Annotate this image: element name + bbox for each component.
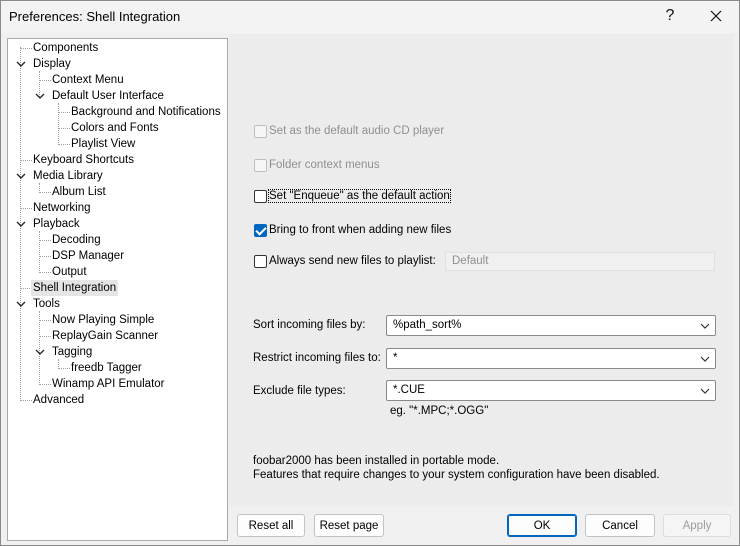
- tree-item-playback[interactable]: Playback: [31, 216, 82, 232]
- title-bar: Preferences: Shell Integration ?: [1, 1, 739, 33]
- folder-context-menus-option[interactable]: Folder context menus: [254, 157, 380, 173]
- chevron-down-icon: [700, 323, 710, 329]
- tree-item-keyboard-shortcuts[interactable]: Keyboard Shortcuts: [31, 152, 136, 168]
- tree-item-tools[interactable]: Tools: [31, 296, 62, 312]
- apply-button[interactable]: Apply: [663, 514, 731, 537]
- tree-item-now-playing-simple[interactable]: Now Playing Simple: [50, 312, 156, 328]
- reset-all-button[interactable]: Reset all: [237, 514, 305, 537]
- tree-guide-line: [58, 103, 59, 145]
- tree-item-default-user-interface[interactable]: Default User Interface: [50, 88, 166, 104]
- playlist-name-field[interactable]: Default: [445, 252, 715, 271]
- sort-label: Sort incoming files by:: [253, 319, 366, 331]
- help-button[interactable]: ?: [647, 1, 693, 31]
- tree-item-winamp-api-emulator[interactable]: Winamp API Emulator: [50, 376, 166, 392]
- portable-notice-line1: foobar2000 has been installed in portabl…: [253, 455, 500, 467]
- collapse-chevron-icon[interactable]: [35, 347, 45, 357]
- tree-item-media-library[interactable]: Media Library: [31, 168, 105, 184]
- collapse-chevron-icon[interactable]: [16, 219, 26, 229]
- tree-item-context-menu[interactable]: Context Menu: [50, 72, 126, 88]
- folder-context-menus-checkbox[interactable]: [254, 158, 267, 172]
- exclude-label: Exclude file types:: [253, 385, 346, 397]
- tree-item-dsp-manager[interactable]: DSP Manager: [50, 248, 126, 264]
- close-icon: [710, 10, 722, 22]
- sort-combo[interactable]: %path_sort%: [386, 315, 716, 336]
- collapse-chevron-icon[interactable]: [16, 299, 26, 309]
- bring-to-front-label: Bring to front when adding new files: [269, 224, 452, 236]
- tree-item-display[interactable]: Display: [31, 56, 73, 72]
- chevron-down-icon: [700, 388, 710, 394]
- restrict-value: *: [393, 352, 398, 364]
- always-send-option[interactable]: Always send new files to playlist:: [254, 253, 436, 269]
- cancel-button[interactable]: Cancel: [585, 514, 655, 537]
- bring-to-front-checkbox[interactable]: [254, 223, 267, 237]
- bring-to-front-option[interactable]: Bring to front when adding new files: [254, 222, 451, 238]
- tree-item-colors-fonts[interactable]: Colors and Fonts: [69, 120, 161, 136]
- always-send-checkbox[interactable]: [254, 254, 267, 268]
- restrict-label: Restrict incoming files to:: [253, 352, 381, 364]
- exclude-value: *.CUE: [393, 384, 425, 396]
- reset-page-button[interactable]: Reset page: [314, 514, 384, 537]
- tree-item-replaygain-scanner[interactable]: ReplayGain Scanner: [50, 328, 160, 344]
- tree-item-shell-integration[interactable]: Shell Integration: [31, 280, 119, 296]
- default-cd-player-checkbox[interactable]: [254, 124, 267, 138]
- tree-item-networking[interactable]: Networking: [31, 200, 93, 216]
- shell-integration-panel: Set as the default audio CD player Folde…: [229, 34, 733, 506]
- tree-item-album-list[interactable]: Album List: [50, 184, 108, 200]
- sort-value: %path_sort%: [393, 319, 462, 331]
- ok-button[interactable]: OK: [507, 514, 577, 537]
- chevron-down-icon: [700, 356, 710, 362]
- close-button[interactable]: [693, 1, 739, 31]
- enqueue-default-checkbox[interactable]: [254, 189, 267, 203]
- exclude-hint: eg. "*.MPC;*.OGG": [390, 405, 489, 417]
- enqueue-default-label: Set "Enqueue" as the default action: [268, 189, 451, 203]
- tree-item-playlist-view[interactable]: Playlist View: [69, 136, 137, 152]
- enqueue-default-option[interactable]: Set "Enqueue" as the default action: [254, 188, 451, 204]
- default-cd-player-label: Set as the default audio CD player: [269, 125, 445, 137]
- tree-item-freedb-tagger[interactable]: freedb Tagger: [69, 360, 144, 376]
- portable-notice-line2: Features that require changes to your sy…: [253, 469, 660, 481]
- window-title: Preferences: Shell Integration: [9, 9, 181, 24]
- exclude-combo[interactable]: *.CUE: [386, 380, 716, 401]
- default-cd-player-option[interactable]: Set as the default audio CD player: [254, 123, 444, 139]
- folder-context-menus-label: Folder context menus: [269, 159, 380, 171]
- collapse-chevron-icon[interactable]: [16, 59, 26, 69]
- collapse-chevron-icon[interactable]: [16, 171, 26, 181]
- tree-item-tagging[interactable]: Tagging: [50, 344, 94, 360]
- tree-item-output[interactable]: Output: [50, 264, 89, 280]
- preferences-tree[interactable]: Components Display Context Menu Default …: [7, 38, 228, 541]
- tree-item-components[interactable]: Components: [31, 40, 100, 56]
- tree-item-decoding[interactable]: Decoding: [50, 232, 103, 248]
- tree-item-advanced[interactable]: Advanced: [31, 392, 86, 408]
- restrict-combo[interactable]: *: [386, 348, 716, 369]
- tree-item-background-notifications[interactable]: Background and Notifications: [69, 104, 223, 120]
- preferences-window: Preferences: Shell Integration ? Compone…: [0, 0, 740, 546]
- tree-guide-line: [39, 231, 40, 273]
- collapse-chevron-icon[interactable]: [35, 91, 45, 101]
- always-send-label: Always send new files to playlist:: [269, 255, 436, 267]
